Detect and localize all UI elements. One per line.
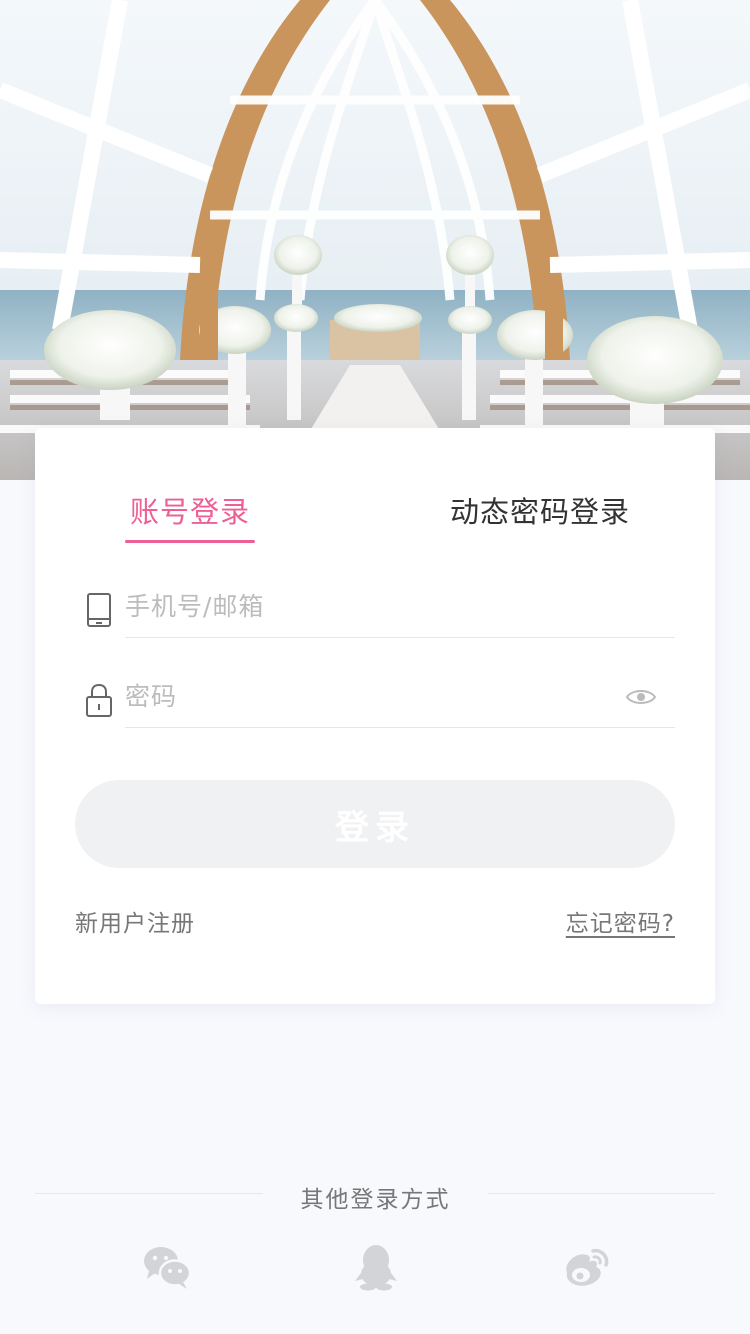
divider-left bbox=[35, 1193, 263, 1194]
login-card: 账号登录 动态密码登录 登录 新用户注册 忘记密码? bbox=[35, 428, 715, 1004]
forgot-password-link[interactable]: 忘记密码? bbox=[566, 904, 675, 938]
password-field-underline bbox=[125, 727, 675, 728]
lock-icon bbox=[86, 683, 112, 717]
hero-image bbox=[0, 0, 750, 480]
eye-icon[interactable] bbox=[625, 686, 657, 708]
active-tab-indicator bbox=[125, 540, 255, 543]
register-link[interactable]: 新用户注册 bbox=[75, 904, 195, 938]
wechat-icon[interactable] bbox=[141, 1243, 193, 1291]
wedding-chapel-photo bbox=[0, 0, 750, 480]
account-field bbox=[75, 578, 675, 638]
account-field-underline bbox=[125, 637, 675, 638]
weibo-icon[interactable] bbox=[559, 1243, 611, 1291]
password-input[interactable] bbox=[125, 676, 615, 716]
password-field bbox=[75, 668, 675, 728]
tab-account-login[interactable]: 账号登录 bbox=[125, 494, 255, 530]
qq-icon[interactable] bbox=[350, 1243, 402, 1291]
login-button[interactable]: 登录 bbox=[75, 780, 675, 868]
other-login-title: 其他登录方式 bbox=[300, 1187, 451, 1213]
account-input[interactable] bbox=[125, 586, 615, 626]
divider-right bbox=[488, 1193, 715, 1194]
phone-icon bbox=[87, 593, 111, 627]
tab-dynamic-password-login[interactable]: 动态密码登录 bbox=[445, 494, 635, 530]
